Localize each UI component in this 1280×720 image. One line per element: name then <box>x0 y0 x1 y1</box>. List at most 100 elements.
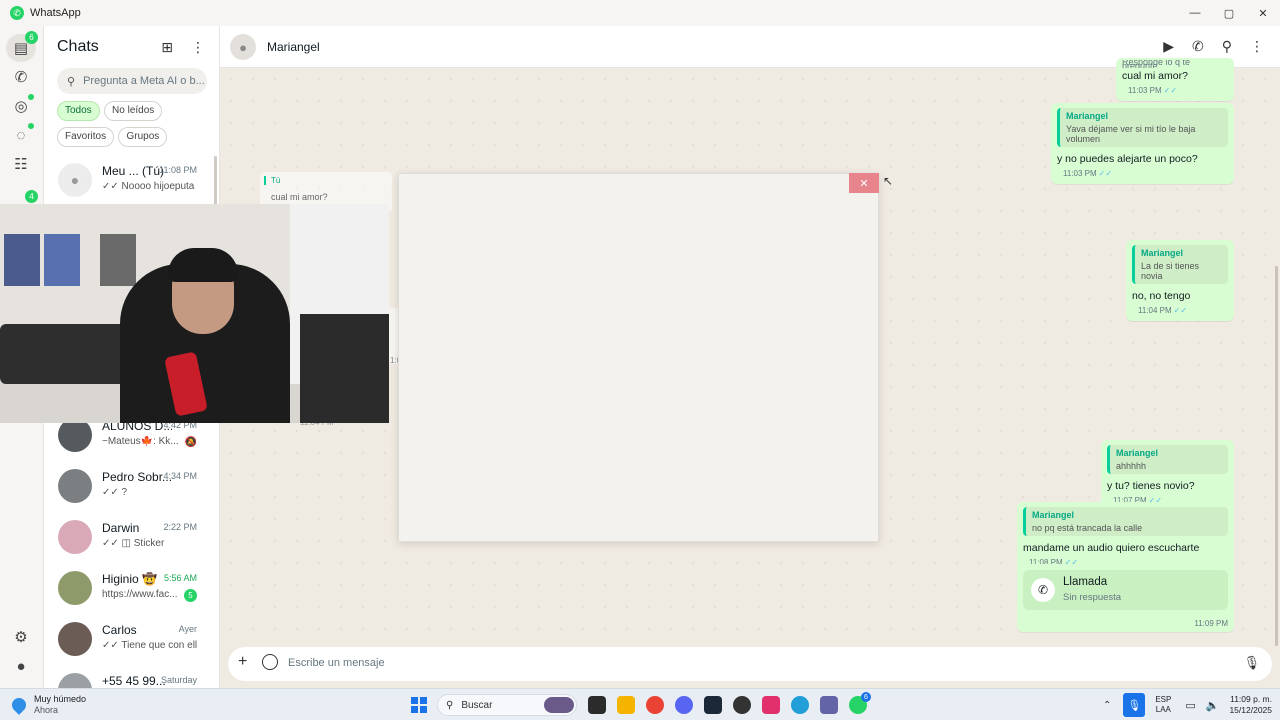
quoted-message[interactable]: Mariangel La de si tienes novia <box>1132 245 1228 284</box>
message-time: 11:03 PM ✓✓ <box>1128 86 1178 95</box>
attach-icon[interactable]: + <box>238 653 247 671</box>
tray-overflow-icon[interactable]: ⌃ <box>1103 700 1111 711</box>
profile-icon[interactable]: ● <box>11 656 31 676</box>
search-input[interactable]: ⚲ Pregunta a Meta AI o b... <box>57 68 207 94</box>
mic-active-icon[interactable]: 🎙 <box>1123 693 1146 717</box>
voice-call-icon[interactable]: ✆ <box>1192 38 1204 55</box>
communities-badge: 4 <box>25 190 38 203</box>
quoted-message[interactable]: Mariangel ahhhhh <box>1107 445 1228 474</box>
chat-preview: ✓✓ Tiene que con ella <box>102 640 197 651</box>
message-text: cual mi amor? <box>1122 70 1188 82</box>
taskbar: Muy húmedo Ahora ⚲ Buscar 6 ⌃ 🎙 ESP LAA … <box>0 688 1280 720</box>
taskbar-search-label: Buscar <box>461 699 493 711</box>
chat-item[interactable]: Higinio 🤠 5:56 AM https://www.fac... 5 <box>44 564 221 614</box>
humidity-icon <box>9 695 29 715</box>
tiktok-icon[interactable] <box>762 696 780 714</box>
steam-icon[interactable] <box>704 696 722 714</box>
message-bubble[interactable]: Mariangel ahhhhh y tu? tienes novio? 11:… <box>1101 440 1234 511</box>
obs-icon[interactable] <box>733 696 751 714</box>
file-explorer-icon[interactable] <box>617 696 635 714</box>
overlay-popup[interactable] <box>398 173 879 542</box>
minimize-button[interactable]: — <box>1178 0 1212 26</box>
taskbar-apps: 6 <box>588 692 871 714</box>
chat-item[interactable]: Darwin 2:22 PM ✓✓ ◫ Sticker <box>44 513 221 563</box>
unread-badge: 5 <box>184 589 197 602</box>
chrome-icon[interactable] <box>646 696 664 714</box>
chat-name: Pedro Sobr... <box>102 470 172 484</box>
poster <box>44 234 80 286</box>
language-indicator[interactable]: ESP LAA <box>1155 695 1171 715</box>
quoted-message[interactable]: Mariangel no pq está trancada la calle <box>1023 507 1228 536</box>
clock[interactable]: 11:09 p. m. 15/12/2025 <box>1229 694 1272 716</box>
sticker-icon[interactable] <box>262 654 278 670</box>
weather-widget[interactable]: Muy húmedo Ahora <box>9 694 86 716</box>
message-composer[interactable]: + Escribe un mensaje 🎙 <box>228 647 1272 681</box>
avatar <box>58 418 92 452</box>
telegram-icon[interactable] <box>791 696 809 714</box>
video-call-icon[interactable]: ▶ <box>1163 38 1174 55</box>
filter-no-leidos[interactable]: No leídos <box>104 101 163 121</box>
popup-close-button[interactable]: ✕ <box>849 173 879 193</box>
conversation-scrollbar[interactable] <box>1275 266 1278 646</box>
contact-name[interactable]: Mariangel <box>267 40 320 54</box>
search-highlight-icon <box>544 697 574 713</box>
message-bubble[interactable]: Responde lo q te pregunte cual mi amor? … <box>1116 58 1234 101</box>
app-title: WhatsApp <box>30 7 81 19</box>
quoted-message[interactable]: Mariangel Yava déjame ver si mi tío le b… <box>1057 108 1228 147</box>
title-bar: ✆ WhatsApp — ▢ ✕ <box>0 0 1280 26</box>
faded-quote-text: cual mi amor? <box>271 192 328 202</box>
system-tray: ⌃ 🎙 ESP LAA ▭ 🔈 11:09 p. m. 15/12/2025 <box>1103 692 1272 718</box>
teams-icon[interactable] <box>820 696 838 714</box>
call-card[interactable]: ✆ Llamada Sin respuesta <box>1023 570 1228 610</box>
terminal-icon[interactable] <box>588 696 606 714</box>
volume-icon[interactable]: 🔈 <box>1206 699 1220 712</box>
chat-name: Higinio 🤠 <box>102 572 157 586</box>
message-bubble[interactable]: Mariangel Yava déjame ver si mi tío le b… <box>1051 103 1234 184</box>
taskbar-search[interactable]: ⚲ Buscar <box>437 694 577 716</box>
message-input[interactable]: Escribe un mensaje <box>288 657 385 669</box>
close-window-button[interactable]: ✕ <box>1246 0 1280 26</box>
avatar <box>58 673 92 688</box>
cut-quote-text: Responde lo q te pregunte <box>1122 60 1191 68</box>
search-icon: ⚲ <box>67 75 76 88</box>
new-chat-icon[interactable]: ⊞ <box>161 39 173 56</box>
muted-icon: 🔕 <box>184 437 197 448</box>
menu-icon[interactable]: ⋮ <box>191 39 205 56</box>
call-time: 11:09 PM <box>1194 619 1228 628</box>
avatar <box>58 469 92 503</box>
chat-preview: ✓✓ ? <box>102 487 128 498</box>
chats-badge: 6 <box>25 31 38 44</box>
chat-item[interactable]: +55 45 99... Saturday <box>44 666 221 688</box>
maximize-button[interactable]: ▢ <box>1212 0 1246 26</box>
message-time: 11:04 PM ✓✓ <box>1138 306 1188 315</box>
chat-time: 2:22 PM <box>163 522 197 532</box>
more-options-icon[interactable]: ⋮ <box>1250 38 1264 55</box>
communities-icon[interactable]: ☷ <box>11 154 31 174</box>
contact-avatar[interactable]: ● <box>230 34 256 60</box>
network-icon[interactable]: ▭ <box>1185 699 1195 712</box>
call-title: Llamada <box>1063 576 1108 588</box>
chat-item[interactable]: ● Meu ... (Tú) 11:08 PM ✓✓ Noooo hijoepu… <box>44 156 221 206</box>
calls-icon[interactable]: ✆ <box>11 67 31 87</box>
whatsapp-taskbar-icon[interactable]: 6 <box>849 692 871 714</box>
status-dot <box>28 94 34 100</box>
message-bubble[interactable]: Mariangel La de si tienes novia no, no t… <box>1126 240 1234 321</box>
whatsapp-taskbar-badge: 6 <box>861 692 871 702</box>
microphone-icon[interactable]: 🎙 <box>1243 655 1260 671</box>
message-bubble[interactable]: Mariangel no pq está trancada la calle m… <box>1017 502 1234 573</box>
search-messages-icon[interactable]: ⚲ <box>1222 38 1232 55</box>
discord-icon[interactable] <box>675 696 693 714</box>
filter-favoritos[interactable]: Favoritos <box>57 127 115 147</box>
filter-todos[interactable]: Todos <box>57 101 100 121</box>
chat-item[interactable]: Carlos Ayer ✓✓ Tiene que con ella <box>44 615 221 665</box>
filter-grupos[interactable]: Grupos <box>118 127 168 147</box>
read-ticks-icon: ✓✓ <box>1098 169 1113 178</box>
poster <box>100 234 136 286</box>
chat-item[interactable]: Pedro Sobr... 4:34 PM ✓✓ ? <box>44 462 221 512</box>
message-text: y no puedes alejarte un poco? <box>1057 153 1198 165</box>
settings-icon[interactable]: ⚙ <box>11 627 31 647</box>
avatar: ● <box>58 163 92 197</box>
whatsapp-logo-icon: ✆ <box>10 6 24 20</box>
start-button[interactable] <box>411 697 427 713</box>
call-message[interactable]: ✆ Llamada Sin respuesta 11:09 PM <box>1017 564 1234 632</box>
